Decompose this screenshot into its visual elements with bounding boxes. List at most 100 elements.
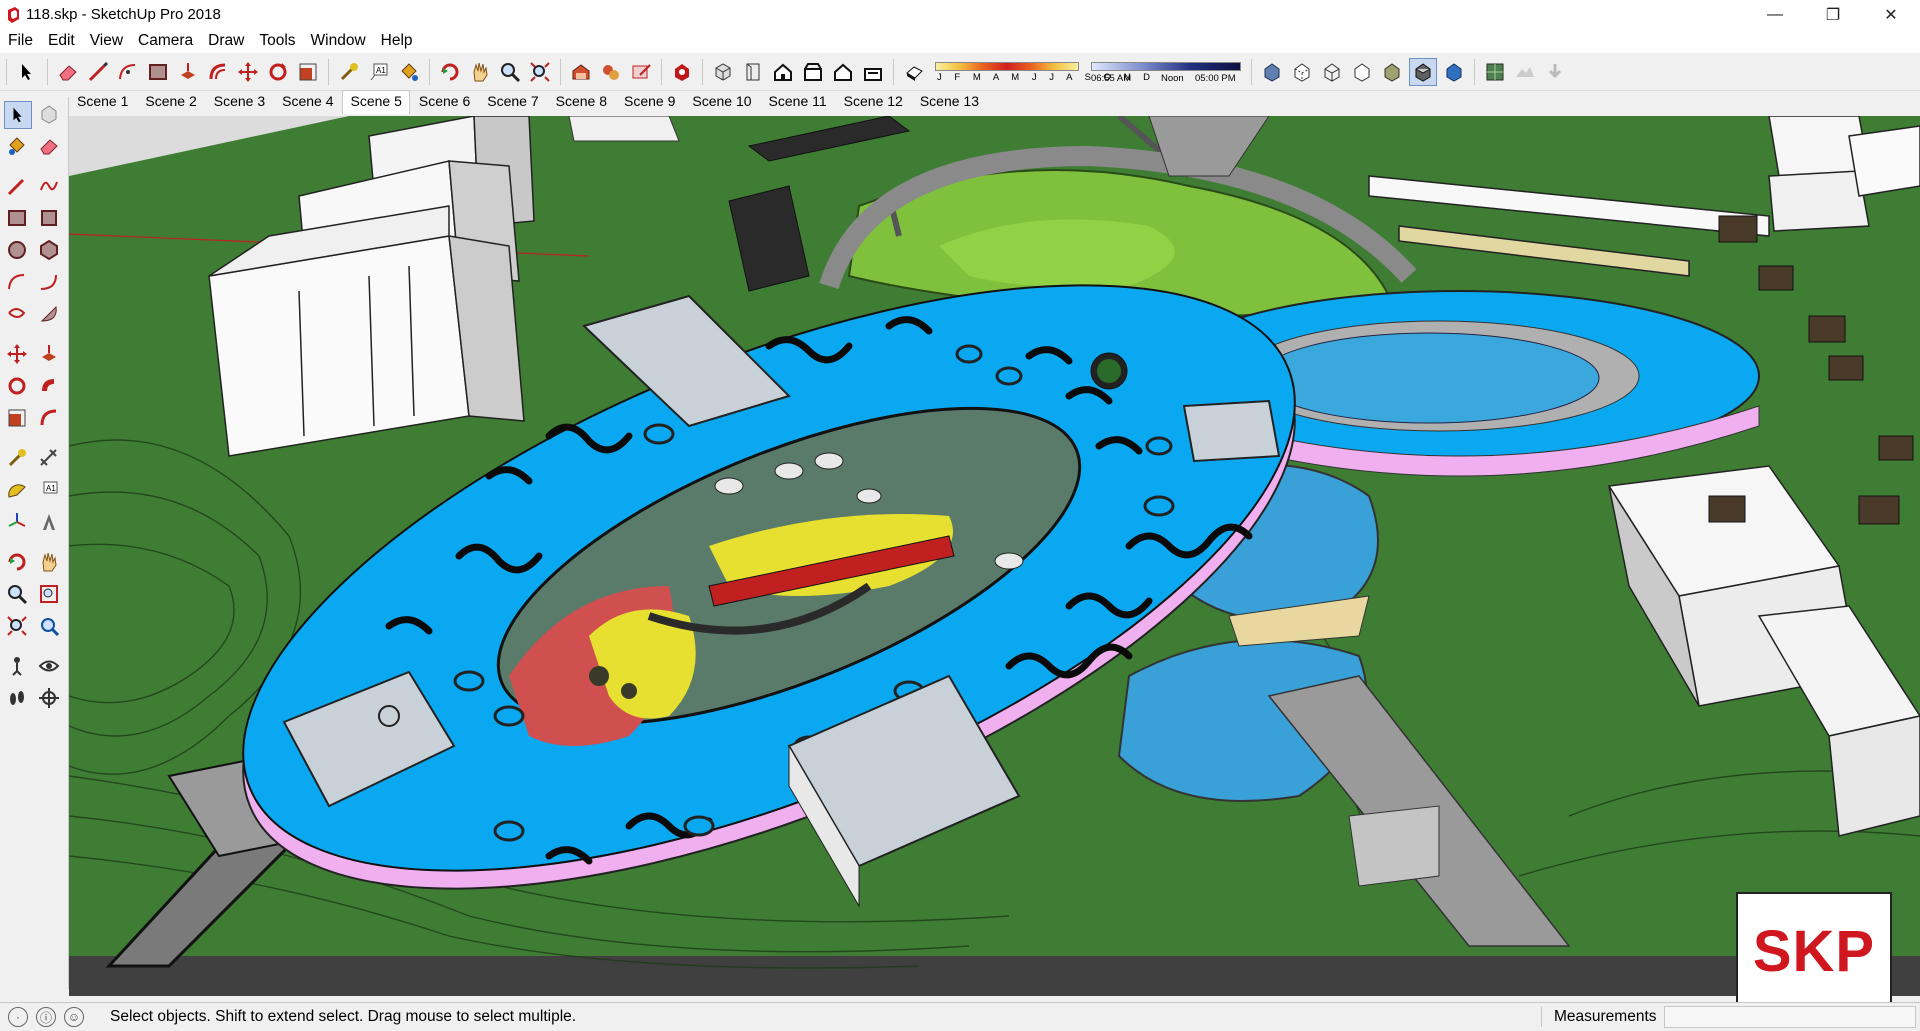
protractor-icon[interactable] [4, 477, 30, 503]
shadow-settings-icon[interactable] [901, 59, 927, 85]
line-tool-icon[interactable] [85, 59, 111, 85]
zoom-extents-icon-left[interactable] [4, 613, 30, 639]
line-icon-left[interactable] [4, 173, 30, 199]
move-icon-left[interactable] [4, 341, 30, 367]
tab-scene-8[interactable]: Scene 8 [547, 90, 615, 114]
menu-file[interactable]: File [0, 32, 40, 50]
menu-window[interactable]: Window [303, 32, 373, 50]
paint-bucket-icon-left[interactable] [4, 133, 30, 159]
tab-scene-12[interactable]: Scene 12 [835, 90, 911, 114]
zoom-icon-left[interactable] [4, 581, 30, 607]
orbit-icon-left[interactable] [4, 549, 30, 575]
menu-draw[interactable]: Draw [200, 32, 251, 50]
push-pull-icon-left[interactable] [36, 341, 62, 367]
text-tool-icon[interactable]: A1 [366, 59, 392, 85]
tape-measure-icon-left[interactable] [4, 445, 30, 471]
offset-tool-icon[interactable] [205, 59, 231, 85]
user-account-icon[interactable]: ☺ [64, 1007, 84, 1027]
tab-scene-11[interactable]: Scene 11 [760, 90, 835, 114]
paint-bucket-icon[interactable] [396, 59, 422, 85]
freehand-icon[interactable] [36, 173, 62, 199]
restore-button[interactable]: ❐ [1804, 0, 1862, 29]
model-viewport[interactable] [69, 116, 1920, 996]
menu-help[interactable]: Help [373, 32, 420, 50]
menu-tools[interactable]: Tools [251, 32, 302, 50]
tab-scene-13[interactable]: Scene 13 [911, 90, 987, 114]
month-slider[interactable]: J F M A M J J A S O N D [935, 59, 1150, 85]
iso-view-icon[interactable] [710, 59, 736, 85]
menu-view[interactable]: View [82, 32, 130, 50]
text-icon-left[interactable]: A1 [36, 477, 62, 503]
arc-tool-icon[interactable] [115, 59, 141, 85]
rotated-rectangle-icon[interactable] [36, 205, 62, 231]
dimension-icon[interactable] [36, 445, 62, 471]
zoom-window-icon[interactable] [36, 581, 62, 607]
tab-scene-4[interactable]: Scene 4 [273, 90, 341, 114]
time-slider[interactable]: 06:55 AM Noon 05:00 PM [1091, 59, 1241, 85]
geolocation-icon[interactable]: · [8, 1007, 28, 1027]
previous-view-icon[interactable] [36, 613, 62, 639]
tab-scene-9[interactable]: Scene 9 [615, 90, 683, 114]
photo-textures-icon[interactable] [1542, 59, 1568, 85]
xray-style-icon[interactable] [1259, 59, 1285, 85]
hidden-line-icon[interactable] [1349, 59, 1375, 85]
front-view-icon[interactable] [770, 59, 796, 85]
menu-camera[interactable]: Camera [130, 32, 200, 50]
tab-scene-5[interactable]: Scene 5 [341, 90, 410, 114]
shaded-textures-icon[interactable] [1409, 57, 1437, 86]
tab-scene-1[interactable]: Scene 1 [68, 90, 136, 114]
tab-scene-6[interactable]: Scene 6 [410, 90, 478, 114]
top-view-icon[interactable] [740, 59, 766, 85]
move-tool-icon[interactable] [235, 59, 261, 85]
zoom-tool-icon[interactable] [497, 59, 523, 85]
offset-icon-left[interactable] [36, 405, 62, 431]
rotate-tool-icon[interactable] [265, 59, 291, 85]
pan-icon-left[interactable] [36, 549, 62, 575]
scale-icon-left[interactable] [4, 405, 30, 431]
eraser-tool-icon[interactable] [55, 59, 81, 85]
arc-icon-left[interactable] [4, 269, 30, 295]
right-view-icon[interactable] [800, 59, 826, 85]
measurements-input[interactable] [1664, 1006, 1916, 1028]
menu-edit[interactable]: Edit [40, 32, 82, 50]
position-camera-icon[interactable] [4, 653, 30, 679]
select-tool-icon[interactable] [14, 59, 40, 85]
tab-scene-7[interactable]: Scene 7 [478, 90, 546, 114]
walk-icon[interactable] [4, 685, 30, 711]
pie-icon[interactable] [36, 301, 62, 327]
push-pull-tool-icon[interactable] [175, 59, 201, 85]
axes-icon[interactable] [4, 509, 30, 535]
credits-icon[interactable]: ⓘ [36, 1007, 56, 1027]
polygon-icon[interactable] [36, 237, 62, 263]
follow-me-icon[interactable] [36, 373, 62, 399]
tab-scene-3[interactable]: Scene 3 [205, 90, 273, 114]
look-around-icon[interactable] [36, 653, 62, 679]
select-arrow-icon[interactable] [4, 101, 32, 129]
wireframe-icon[interactable] [1319, 59, 1345, 85]
toggle-terrain-icon[interactable] [1512, 59, 1538, 85]
rotate-icon-left[interactable] [4, 373, 30, 399]
extension-warehouse-icon[interactable] [669, 59, 695, 85]
close-button[interactable]: ✕ [1862, 0, 1920, 29]
eraser-icon-left[interactable] [36, 133, 62, 159]
three-point-arc-icon[interactable] [4, 301, 30, 327]
orbit-tool-icon[interactable] [437, 59, 463, 85]
make-component-icon[interactable] [36, 101, 62, 127]
components-icon[interactable] [598, 59, 624, 85]
circle-icon[interactable] [4, 237, 30, 263]
back-view-icon[interactable] [830, 59, 856, 85]
tab-scene-10[interactable]: Scene 10 [683, 90, 759, 114]
two-point-arc-icon[interactable] [36, 269, 62, 295]
zoom-extents-icon[interactable] [527, 59, 553, 85]
rectangle-tool-icon[interactable] [145, 59, 171, 85]
monochrome-icon[interactable] [1441, 59, 1467, 85]
add-location-icon[interactable] [1482, 59, 1508, 85]
left-view-icon[interactable] [860, 59, 886, 85]
3d-text-icon[interactable] [36, 509, 62, 535]
shaded-icon[interactable] [1379, 59, 1405, 85]
minimize-button[interactable]: — [1746, 0, 1804, 29]
rectangle-icon-left[interactable] [4, 205, 30, 231]
section-plane-icon[interactable] [36, 685, 62, 711]
tab-scene-2[interactable]: Scene 2 [136, 90, 204, 114]
back-edges-icon[interactable] [1289, 59, 1315, 85]
